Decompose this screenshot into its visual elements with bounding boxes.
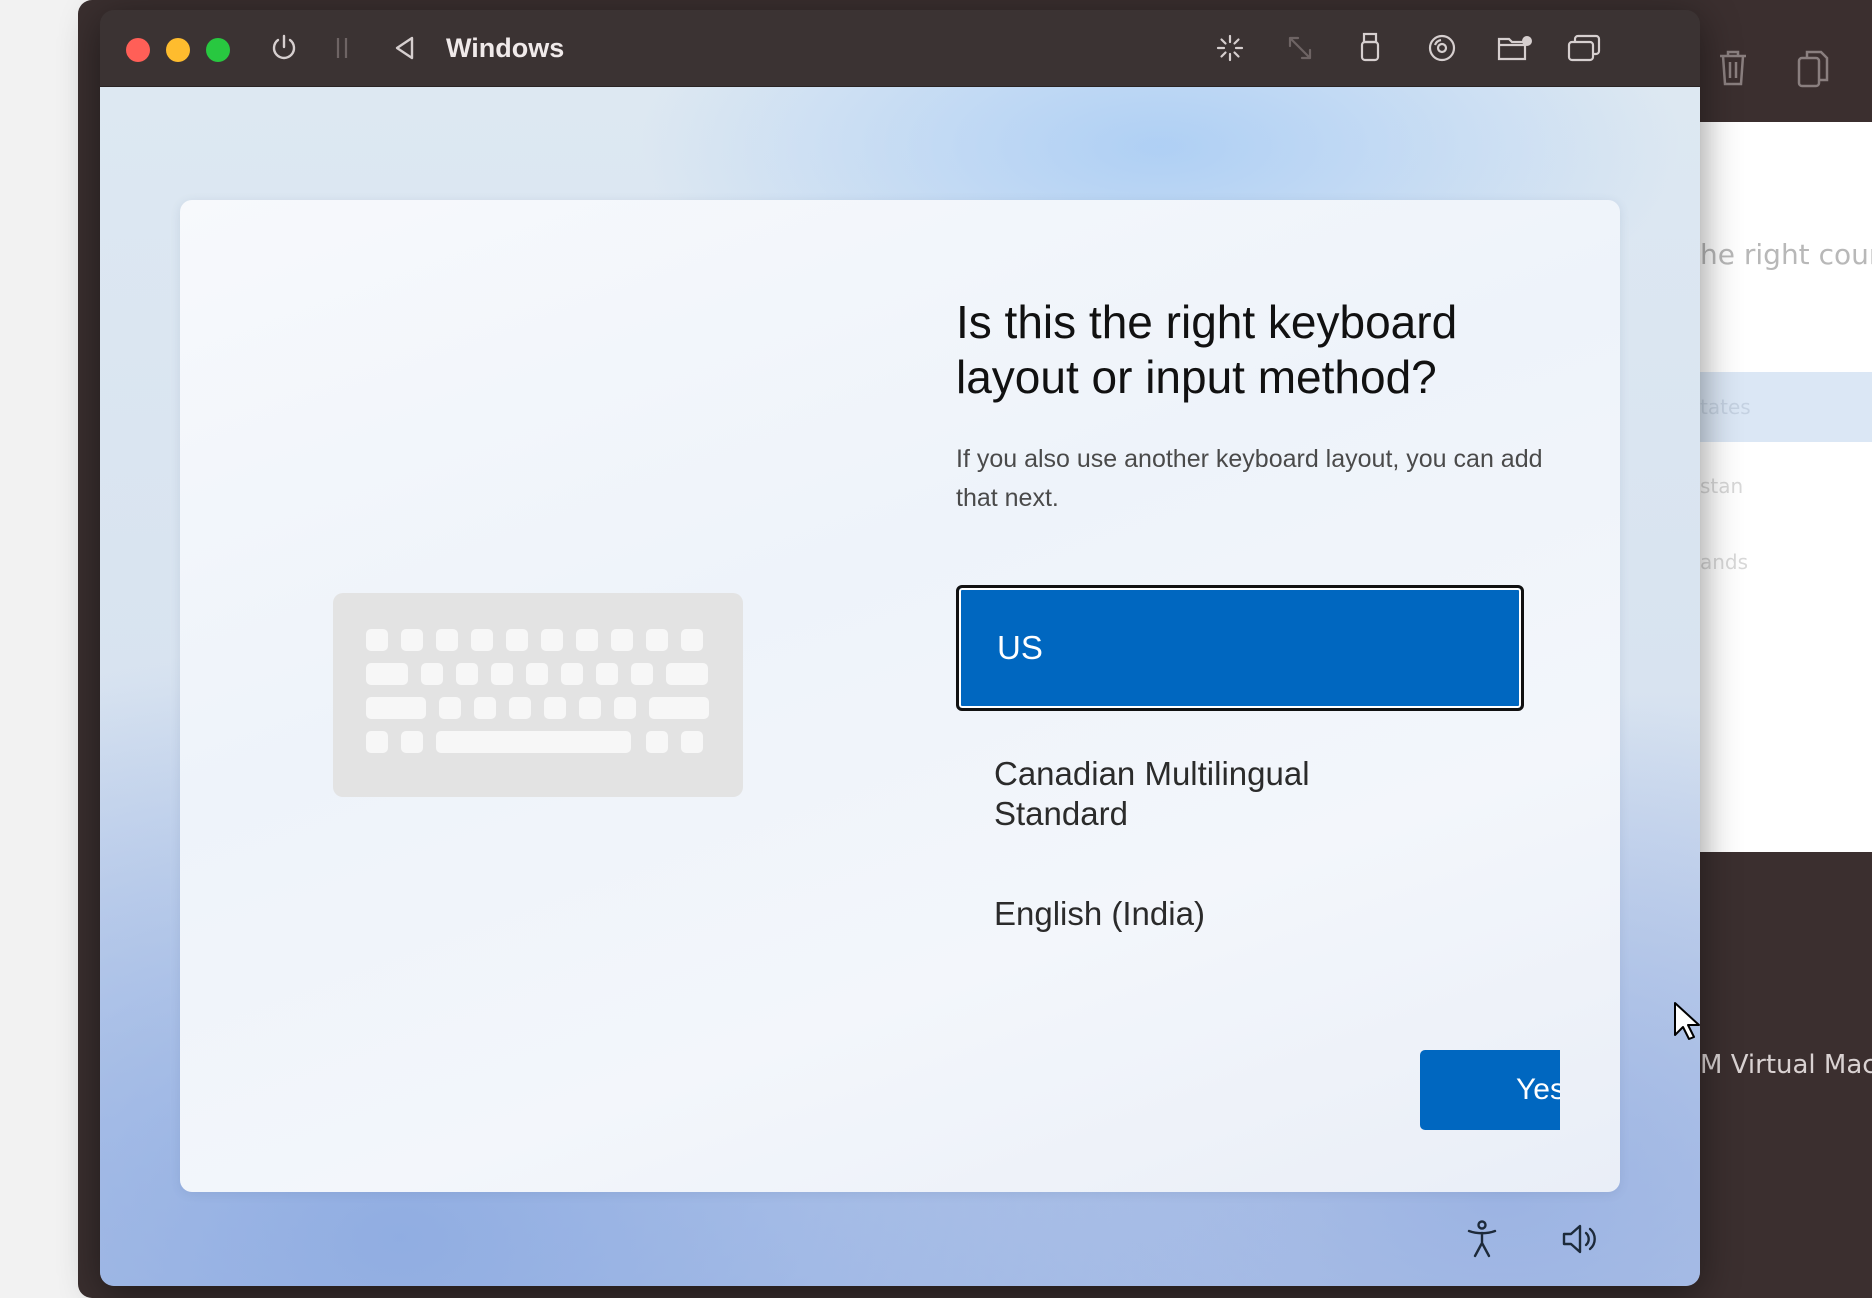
titlebar: Windows <box>100 10 1700 87</box>
back-icon[interactable] <box>392 32 416 64</box>
windows-icon[interactable] <box>1566 32 1602 64</box>
option-label: US <box>997 629 1043 666</box>
close-button[interactable] <box>126 38 150 62</box>
option-label: Canadian Multilingual Standard <box>994 755 1310 832</box>
background-panel-title: he right count <box>1700 238 1872 271</box>
background-vm-label: M Virtual Mach <box>1700 1050 1872 1080</box>
background-list-item: stan <box>1700 474 1744 498</box>
copy-icon[interactable] <box>1795 48 1831 97</box>
option-label: English (India) <box>994 895 1205 932</box>
mouse-cursor-icon <box>1673 1001 1701 1045</box>
shared-folder-icon[interactable] <box>1496 32 1534 64</box>
background-selected-text: tates <box>1700 395 1751 419</box>
volume-icon[interactable] <box>1560 1219 1600 1263</box>
pause-icon[interactable] <box>332 32 352 64</box>
disc-icon[interactable] <box>1426 32 1458 64</box>
power-icon[interactable] <box>268 32 300 64</box>
yes-button[interactable]: Yes <box>1420 1050 1560 1130</box>
oobe-card: Is this the right keyboard layout or inp… <box>180 200 1620 1192</box>
vm-window: Windows Is this the right keyboard layou… <box>100 10 1700 1286</box>
loading-icon[interactable] <box>1214 32 1246 64</box>
window-title: Windows <box>446 33 565 63</box>
vm-screen: Is this the right keyboard layout or inp… <box>100 87 1700 1286</box>
resize-icon[interactable] <box>1284 32 1316 64</box>
keyboard-option-us[interactable]: US <box>956 585 1524 711</box>
zoom-button[interactable] <box>206 38 230 62</box>
keyboard-option-english-india[interactable]: English (India) <box>956 884 1524 944</box>
keyboard-option-canadian-multilingual[interactable]: Canadian Multilingual Standard <box>956 752 1524 836</box>
keyboard-illustration <box>333 593 743 797</box>
minimize-button[interactable] <box>166 38 190 62</box>
page-subtitle: If you also use another keyboard layout,… <box>956 445 1543 512</box>
trash-icon[interactable] <box>1716 48 1750 95</box>
accessibility-icon[interactable] <box>1464 1219 1500 1263</box>
usb-icon[interactable] <box>1356 32 1384 64</box>
background-list-item: ands <box>1700 550 1749 574</box>
page-title: Is this the right keyboard layout or inp… <box>956 296 1458 403</box>
